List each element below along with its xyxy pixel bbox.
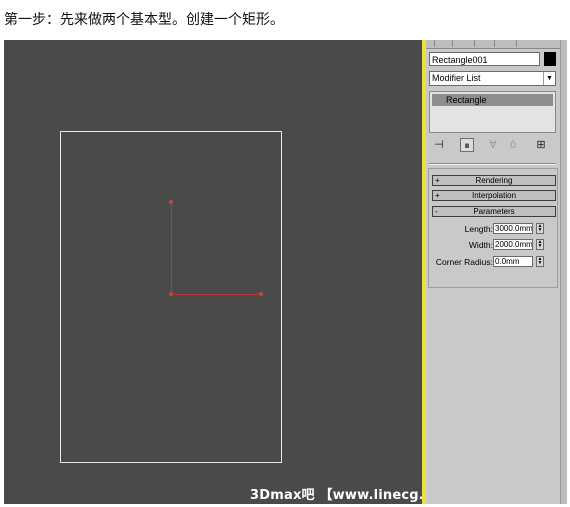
tab-modify[interactable] [434, 40, 453, 47]
expand-plus-icon: + [435, 176, 440, 185]
remove-modifier-icon[interactable]: ō [506, 138, 520, 152]
modifier-stack[interactable]: Rectangle [429, 91, 556, 133]
width-label: Width: [468, 240, 493, 250]
configure-modifier-sets-icon[interactable]: ⊞ [534, 138, 548, 152]
tab-utilities[interactable] [516, 40, 541, 47]
command-panel-tabs [426, 40, 560, 49]
stack-item-rectangle[interactable]: Rectangle [432, 94, 553, 106]
chevron-down-icon[interactable]: ▼ [543, 72, 555, 85]
rollout-rendering-label: Rendering [475, 176, 513, 185]
corner-radius-spinner[interactable]: ▲ ▼ [536, 256, 544, 267]
panel-scrollbar[interactable] [560, 40, 567, 504]
expand-plus-icon: + [435, 191, 440, 200]
rollouts-area: + Rendering + Interpolation - Parameters… [428, 168, 558, 288]
perspective-viewport[interactable]: 3Dmax吧 【www.linecg.com/tieba/1771】 [4, 40, 422, 504]
pin-stack-icon[interactable]: ⊣ [432, 138, 446, 152]
rollout-interpolation-label: Interpolation [471, 191, 517, 200]
spline-vertex-top[interactable] [169, 200, 173, 204]
modifier-list-label: Modifier List [432, 73, 481, 83]
object-name-field[interactable]: Rectangle001 [429, 52, 540, 66]
object-color-swatch[interactable] [544, 52, 556, 66]
rectangle-shape[interactable] [60, 131, 282, 463]
watermark-text: 3Dmax吧 【www.linecg.com/tieba/1771】 [250, 488, 422, 503]
tab-motion[interactable] [474, 40, 495, 47]
rollout-parameters[interactable]: - Parameters [432, 206, 556, 217]
length-field[interactable]: 3000.0mm [493, 223, 533, 234]
spline-vertex-corner[interactable] [169, 292, 173, 296]
tab-hierarchy[interactable] [452, 40, 475, 47]
length-label: Length: [464, 224, 493, 234]
show-end-result-icon[interactable]: ⏸ [460, 138, 474, 152]
width-field[interactable]: 2000.0mm [493, 239, 533, 250]
make-unique-icon[interactable]: ∀ [486, 138, 500, 152]
rollout-interpolation[interactable]: + Interpolation [432, 190, 556, 201]
command-panel: Rectangle001 Modifier List ▼ Rectangle ⊣… [426, 40, 560, 504]
collapse-minus-icon: - [435, 207, 438, 216]
corner-radius-label: Corner Radius: [435, 257, 493, 267]
rollout-rendering[interactable]: + Rendering [432, 175, 556, 186]
modifier-list-dropdown[interactable]: Modifier List ▼ [429, 71, 556, 86]
spline-vertical-segment[interactable] [171, 202, 172, 295]
stack-toolbar: ⊣ ⏸ ∀ ō ⊞ [426, 136, 560, 156]
rollout-parameters-label: Parameters [473, 207, 515, 216]
step-caption: 第一步：先来做两个基本型。创建一个矩形。 [4, 12, 284, 28]
param-row-length: Length: 3000.0mm ▲ ▼ [429, 223, 559, 235]
spline-vertex-end[interactable] [259, 292, 263, 296]
tab-display[interactable] [494, 40, 517, 47]
width-spinner[interactable]: ▲ ▼ [536, 239, 544, 250]
length-spinner[interactable]: ▲ ▼ [536, 223, 544, 234]
param-row-corner-radius: Corner Radius: 0.0mm ▲ ▼ [429, 256, 559, 268]
panel-divider [429, 163, 556, 165]
param-row-width: Width: 2000.0mm ▲ ▼ [429, 239, 559, 251]
spline-horizontal-segment[interactable] [171, 294, 261, 295]
corner-radius-field[interactable]: 0.0mm [493, 256, 533, 267]
